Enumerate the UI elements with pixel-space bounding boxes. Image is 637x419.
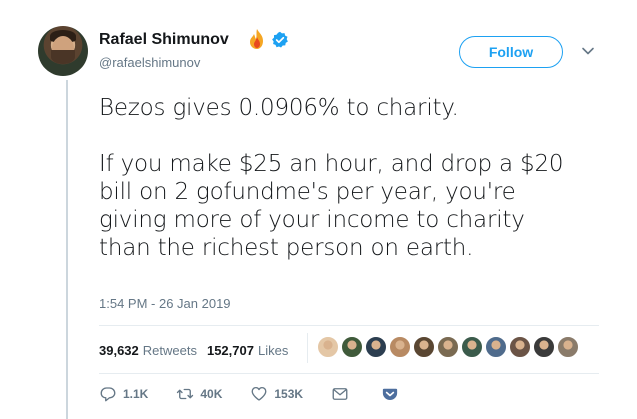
reply-action[interactable]: 1.1K	[99, 385, 148, 403]
follow-button[interactable]: Follow	[459, 36, 563, 68]
retweets-stat[interactable]: 39,632 Retweets	[99, 343, 197, 358]
avatar-beard	[51, 50, 75, 64]
tweet-stats: 39,632 Retweets 152,707 Likes	[99, 343, 288, 358]
likes-stat[interactable]: 152,707 Likes	[207, 343, 288, 358]
liker-avatar[interactable]	[485, 336, 507, 358]
tweet-text: Bezos gives 0.0906% to charity. If you m…	[99, 94, 619, 262]
liker-avatar[interactable]	[317, 336, 339, 358]
liker-avatar[interactable]	[437, 336, 459, 358]
direct-message-action[interactable]	[331, 385, 349, 403]
retweet-action[interactable]: 40K	[176, 385, 222, 403]
retweet-count: 40K	[200, 387, 223, 401]
tweet-timestamp[interactable]: 1:54 PM - 26 Jan 2019	[99, 296, 231, 311]
retweets-count: 39,632	[99, 343, 139, 358]
tweet-actions: 1.1K 40K 153K	[99, 385, 427, 403]
heart-icon	[251, 386, 267, 401]
liker-avatar[interactable]	[365, 336, 387, 358]
like-count: 153K	[274, 387, 304, 401]
pocket-action[interactable]	[381, 385, 399, 403]
reply-count: 1.1K	[123, 387, 149, 401]
author-handle[interactable]: @rafaelshimunov	[99, 55, 200, 70]
stat-divider	[307, 333, 308, 363]
verified-icon	[272, 31, 288, 48]
liker-avatar[interactable]	[413, 336, 435, 358]
liker-avatar[interactable]	[389, 336, 411, 358]
liker-avatar[interactable]	[509, 336, 531, 358]
chevron-down-icon[interactable]	[581, 44, 595, 58]
tweet-line: than the richest person on earth.	[99, 235, 474, 261]
retweets-label: Retweets	[142, 343, 197, 358]
tweet-line: If you make $25 an hour, and drop a $20	[99, 151, 564, 177]
tweet-line: bill on 2 gofundme's per year, you're	[99, 179, 516, 205]
tweet-line: giving more of your income to charity	[99, 207, 525, 233]
retweet-icon	[177, 388, 194, 400]
thread-line	[66, 80, 68, 419]
divider	[99, 373, 599, 374]
divider	[99, 325, 599, 326]
author-name[interactable]: Rafael Shimunov	[99, 31, 229, 49]
liker-avatar[interactable]	[557, 336, 579, 358]
likes-label: Likes	[257, 343, 289, 358]
pocket-icon	[382, 388, 398, 400]
avatar[interactable]	[38, 26, 88, 76]
envelope-icon	[332, 388, 348, 400]
likes-count: 152,707	[206, 343, 254, 358]
fire-icon	[250, 29, 263, 49]
like-action[interactable]: 153K	[250, 385, 303, 403]
liker-avatar[interactable]	[533, 336, 555, 358]
tweet-line: Bezos gives 0.0906% to charity.	[99, 95, 459, 121]
liker-avatar[interactable]	[341, 336, 363, 358]
tweet-paragraph-gap	[99, 122, 619, 150]
likers-avatars	[317, 336, 579, 358]
liker-avatar[interactable]	[461, 336, 483, 358]
reply-icon	[100, 387, 116, 402]
